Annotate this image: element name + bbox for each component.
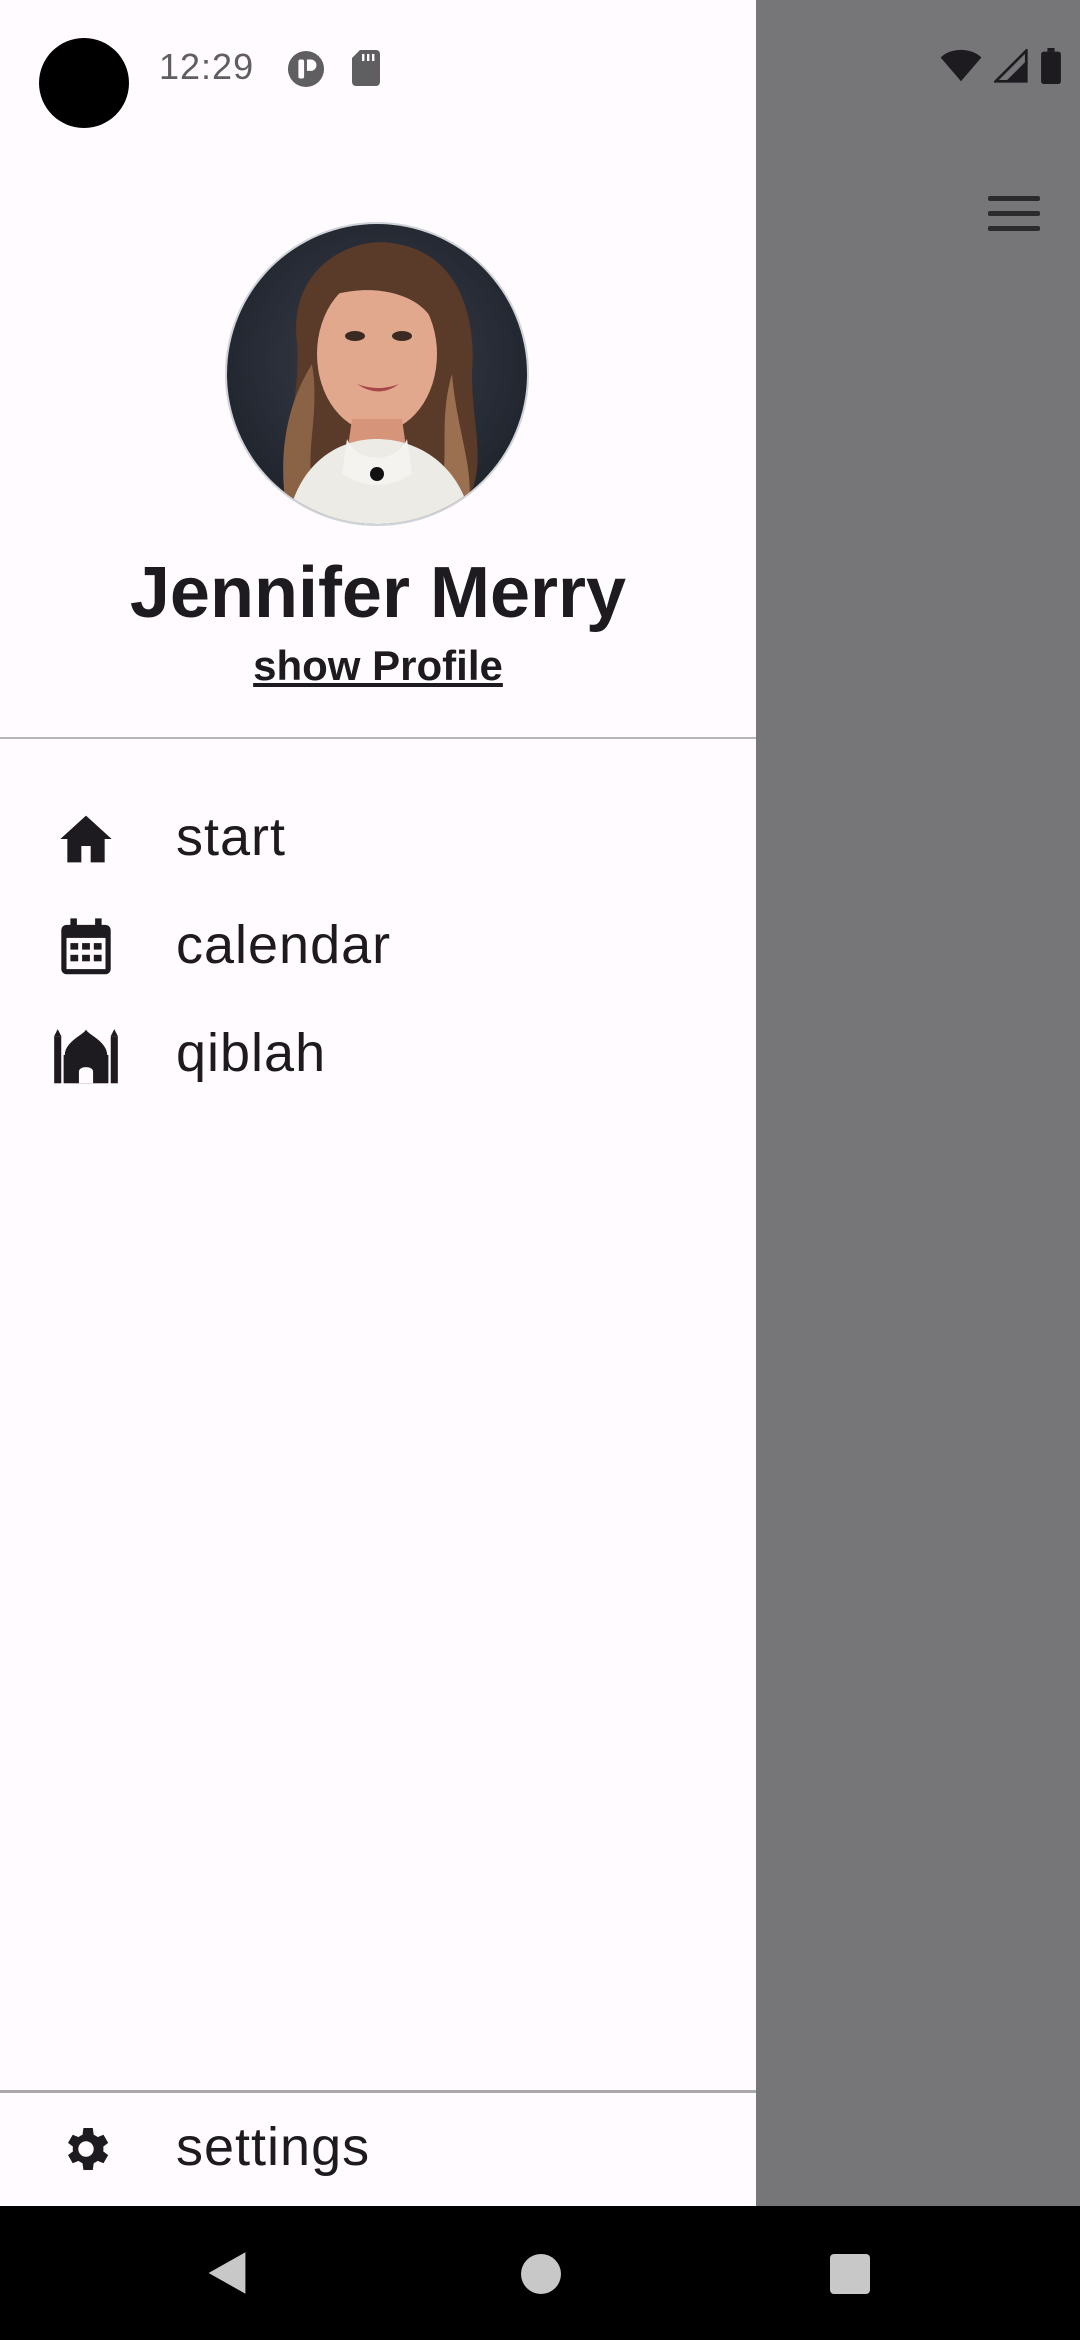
menu-item-label: settings [176,2117,371,2177]
menu-item-start[interactable]: start [0,788,756,888]
menu-item-label: calendar [176,915,392,975]
show-profile-link[interactable]: show Profile [0,642,756,690]
menu-item-settings[interactable]: settings [0,2098,756,2198]
divider [0,2090,756,2093]
menu-item-qiblah[interactable]: qiblah [0,1004,756,1104]
hamburger-line [988,195,1040,201]
recents-icon[interactable] [830,2254,870,2294]
status-time: 12:29 [159,46,255,87]
camera-cutout [39,38,129,128]
status-bar: 12:29 [0,0,1080,140]
home-button-icon[interactable] [521,2254,561,2294]
hamburger-line [988,210,1040,216]
menu-item-label: start [176,807,287,867]
home-icon [52,810,120,868]
avatar[interactable] [225,222,529,526]
status-right-icons [940,47,1062,89]
battery-icon [1040,48,1062,89]
back-icon[interactable] [204,2250,250,2296]
wifi-icon [940,49,982,88]
navigation-drawer: Jennifer Merry show Profile start calend… [0,0,756,2206]
hamburger-menu-button[interactable] [975,178,1053,248]
menu-item-calendar[interactable]: calendar [0,896,756,996]
hamburger-line [988,225,1040,231]
notification-icon [287,50,325,88]
menu-item-label: qiblah [176,1023,327,1083]
profile-name: Jennifer Merry [129,553,627,633]
sd-card-icon [352,50,380,86]
avatar-photo [227,224,527,524]
mosque-icon [52,1026,120,1084]
cell-signal-icon [992,47,1028,88]
gear-icon [52,2120,120,2178]
calendar-icon [52,918,120,976]
divider [0,737,756,739]
